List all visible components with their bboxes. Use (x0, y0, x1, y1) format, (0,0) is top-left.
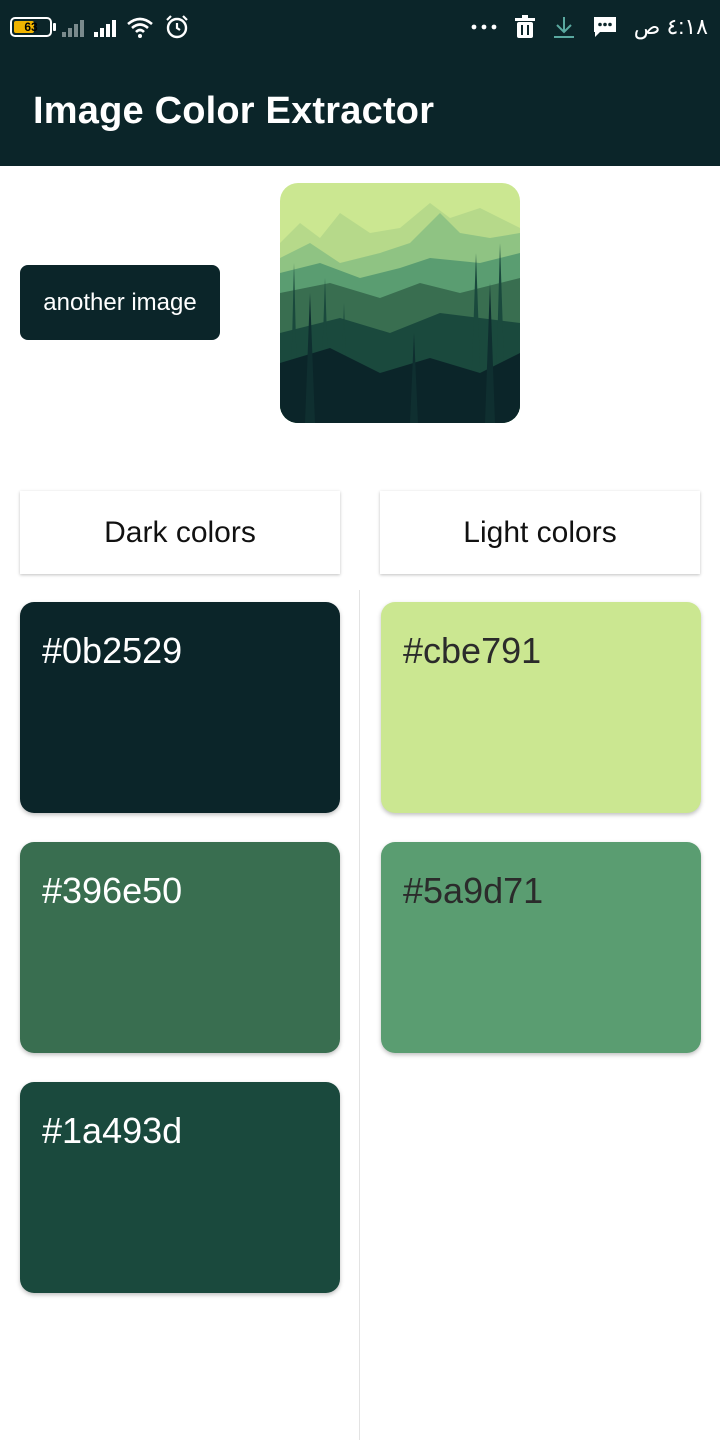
alarm-icon (166, 15, 188, 39)
more-dots-icon (471, 24, 497, 30)
another-image-button[interactable]: another image (20, 265, 220, 340)
battery-icon: 63 (10, 17, 56, 37)
signal-icon (62, 17, 84, 37)
forest-image (280, 183, 520, 423)
dark-color-swatch[interactable]: #1a493d (20, 1082, 340, 1293)
color-hex-label: #5a9d71 (403, 870, 544, 911)
battery-level: 63 (24, 20, 38, 34)
status-right: ٤:١٨ ص (470, 13, 708, 41)
trash-icon (514, 15, 535, 38)
download-icon (553, 17, 574, 38)
color-hex-label: #cbe791 (403, 630, 542, 671)
app-bar: Image Color Extractor (0, 54, 720, 166)
status-bar: 63 ٤:١٨ ص (0, 0, 720, 54)
color-hex-label: #0b2529 (42, 630, 183, 671)
light-color-swatch[interactable]: #5a9d71 (381, 842, 701, 1053)
message-icon (593, 17, 616, 37)
color-hex-label: #396e50 (42, 870, 183, 911)
app-title: Image Color Extractor (33, 90, 435, 132)
dark-colors-header: Dark colors (20, 491, 340, 574)
clock: ٤:١٨ ص (633, 14, 708, 39)
image-preview[interactable] (280, 183, 520, 423)
signal-icon (94, 17, 116, 37)
wifi-icon (127, 17, 153, 38)
status-left: 63 (10, 13, 190, 41)
light-colors-header: Light colors (380, 491, 700, 574)
column-divider (359, 590, 360, 1440)
color-hex-label: #1a493d (42, 1110, 183, 1151)
dark-color-swatch[interactable]: #396e50 (20, 842, 340, 1053)
dark-color-swatch[interactable]: #0b2529 (20, 602, 340, 813)
light-color-swatch[interactable]: #cbe791 (381, 602, 701, 813)
